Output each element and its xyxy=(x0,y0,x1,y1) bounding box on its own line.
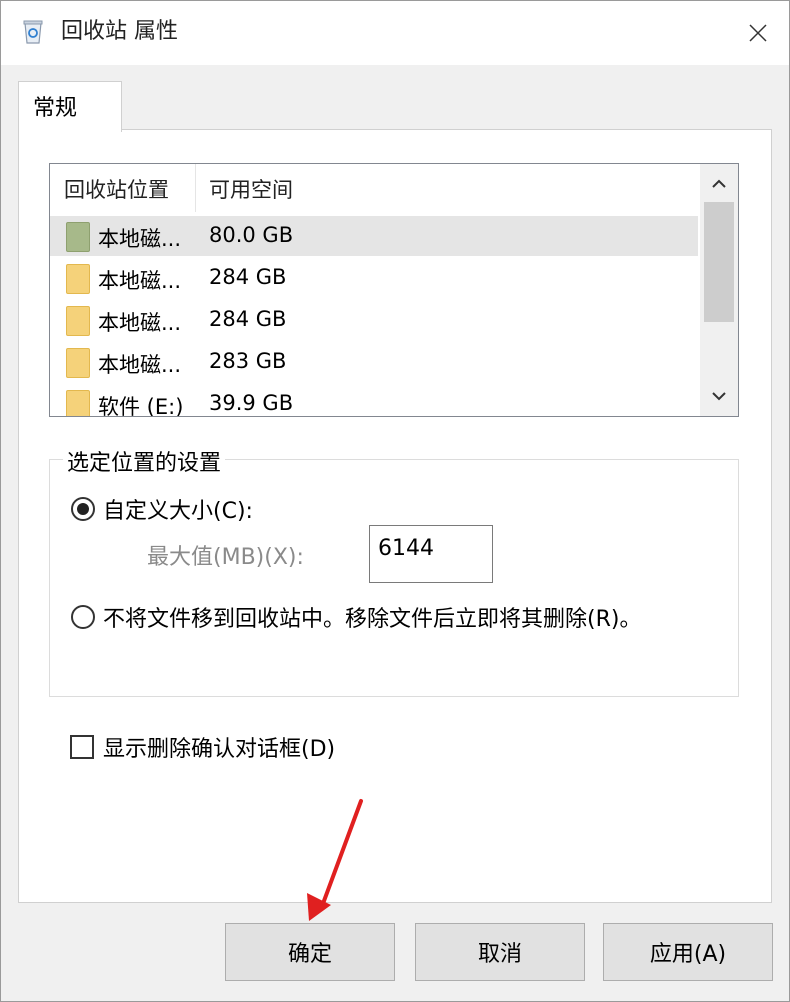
column-header-location[interactable]: 回收站位置 xyxy=(64,174,169,204)
list-item-name: 软件 (E:) xyxy=(98,395,184,417)
list-item-name: 本地磁... xyxy=(98,269,182,293)
max-size-input[interactable]: 6144 xyxy=(369,525,493,583)
list-item-size: 39.9 GB xyxy=(209,391,294,415)
ok-button[interactable]: 确定 xyxy=(225,923,395,981)
drive-folder-icon xyxy=(66,348,90,378)
list-item[interactable]: 本地磁... 283 GB xyxy=(50,342,698,382)
apply-button[interactable]: 应用(A) xyxy=(603,923,773,981)
list-item-name: 本地磁... xyxy=(98,353,182,377)
drive-folder-icon xyxy=(66,306,90,336)
confirm-dialog-label[interactable]: 显示删除确认对话框(D) xyxy=(103,731,335,763)
chevron-down-icon xyxy=(712,392,726,401)
recycle-bin-icon xyxy=(21,19,45,45)
list-item[interactable]: 本地磁... 80.0 GB xyxy=(50,216,698,256)
list-item-size: 80.0 GB xyxy=(209,223,294,247)
cancel-button[interactable]: 取消 xyxy=(415,923,585,981)
delete-immediately-label[interactable]: 不将文件移到回收站中。移除文件后立即将其删除(R)。 xyxy=(103,601,641,633)
location-list[interactable]: 回收站位置 可用空间 本地磁... 80.0 GB 本地磁... 284 GB … xyxy=(49,163,739,417)
list-item[interactable]: 软件 (E:) 39.9 GB xyxy=(50,384,698,417)
list-item-size: 283 GB xyxy=(209,349,287,373)
scroll-up-button[interactable] xyxy=(700,164,738,204)
list-item[interactable]: 本地磁... 284 GB xyxy=(50,258,698,298)
delete-immediately-radio[interactable] xyxy=(71,605,95,629)
tab-general[interactable]: 常规 xyxy=(18,81,122,132)
close-icon xyxy=(749,24,767,42)
custom-size-label[interactable]: 自定义大小(C): xyxy=(103,493,253,525)
confirm-dialog-checkbox[interactable] xyxy=(70,735,94,759)
list-header: 回收站位置 可用空间 xyxy=(50,164,698,212)
properties-window: 回收站 属性 常规 回收站位置 可用空间 本地磁... 80.0 GB 本地磁.… xyxy=(0,0,790,1002)
drive-folder-icon xyxy=(66,264,90,294)
scroll-thumb[interactable] xyxy=(704,202,734,322)
scroll-down-button[interactable] xyxy=(700,376,738,416)
max-size-label: 最大值(MB)(X): xyxy=(147,545,304,570)
window-title: 回收站 属性 xyxy=(61,19,178,44)
drive-folder-icon xyxy=(66,222,90,252)
column-header-free-space[interactable]: 可用空间 xyxy=(209,174,293,204)
list-item-size: 284 GB xyxy=(209,307,287,331)
close-button[interactable] xyxy=(727,1,789,65)
list-item-name: 本地磁... xyxy=(98,311,182,335)
title-bar: 回收站 属性 xyxy=(1,1,789,65)
vertical-scrollbar[interactable] xyxy=(700,164,738,416)
drive-folder-icon xyxy=(66,390,90,416)
radio-selected-dot xyxy=(77,503,89,515)
annotation-arrow-icon xyxy=(307,799,363,921)
chevron-up-icon xyxy=(712,179,726,188)
max-size-value: 6144 xyxy=(378,536,434,561)
list-item-name: 本地磁... xyxy=(98,227,182,251)
tab-general-label: 常规 xyxy=(33,96,78,121)
column-divider[interactable] xyxy=(195,164,196,212)
list-item-size: 284 GB xyxy=(209,265,287,289)
custom-size-radio[interactable] xyxy=(71,497,95,521)
list-item[interactable]: 本地磁... 284 GB xyxy=(50,300,698,340)
settings-group-title: 选定位置的设置 xyxy=(63,445,226,477)
